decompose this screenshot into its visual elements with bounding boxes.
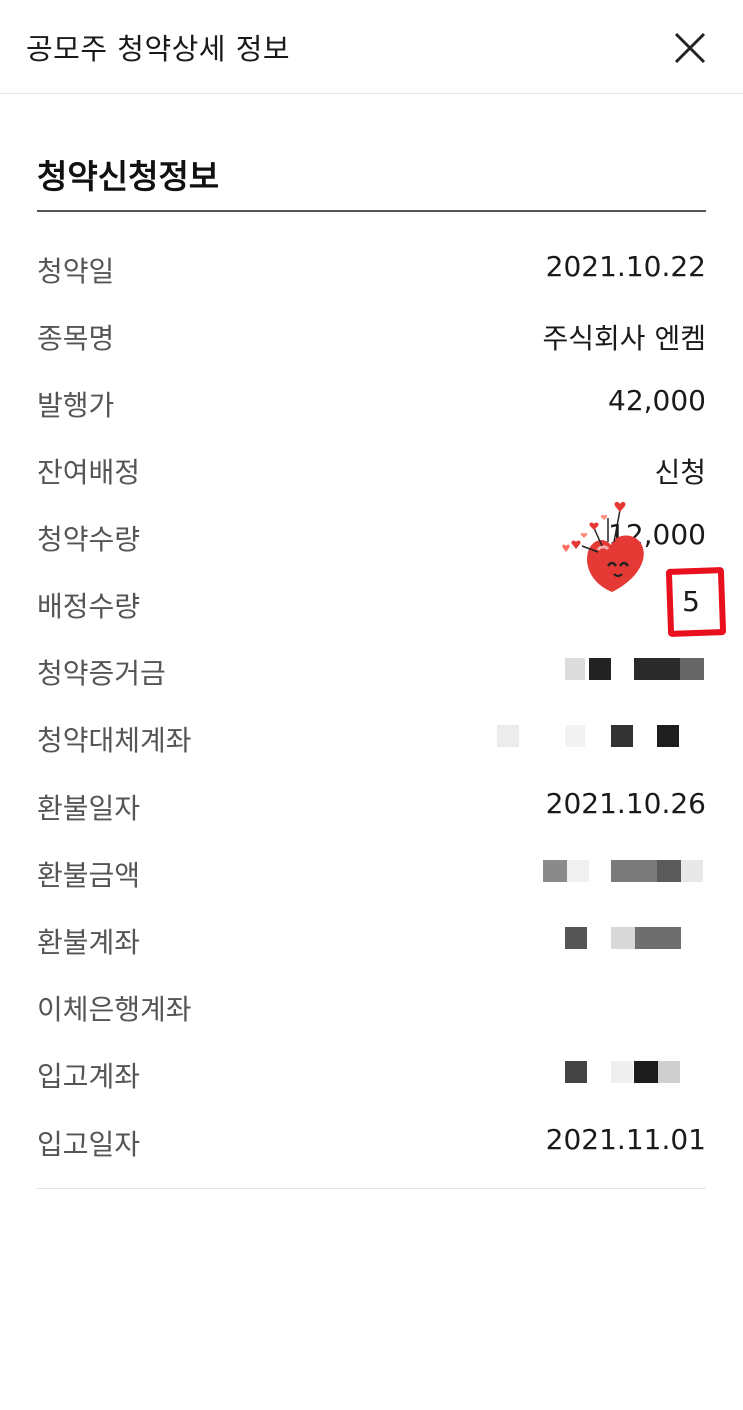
row-label: 발행가 [37, 389, 115, 422]
redacted-block [634, 1061, 658, 1083]
redacted-block [657, 860, 681, 882]
row-value: 2021.10.26 [545, 787, 706, 820]
row-value: 2021.11.01 [545, 1123, 706, 1156]
row-label: 환불일자 [37, 792, 141, 825]
section-title: 청약신청정보 [37, 157, 220, 196]
redacted-block [658, 1061, 680, 1083]
row-remaining-allocation: 잔여배정 신청 [37, 443, 706, 493]
row-label: 환불금액 [37, 859, 141, 892]
row-receiving-account: 입고계좌 [37, 1047, 706, 1097]
header-bar: 공모주 청약상세 정보 [0, 0, 743, 94]
redacted-block [565, 927, 587, 949]
row-value: 2021.10.22 [545, 250, 706, 283]
redacted-block [635, 927, 681, 949]
highlight-annotation-box [665, 567, 727, 637]
redacted-block [565, 725, 585, 747]
row-refund-account: 환불계좌 [37, 913, 706, 963]
row-subscription-date: 청약일 2021.10.22 [37, 242, 706, 292]
row-label: 환불계좌 [37, 926, 141, 959]
redacted-block [611, 860, 657, 882]
redacted-block [567, 860, 589, 882]
row-label: 이체은행계좌 [37, 993, 192, 1026]
row-value: 주식회사 엔켐 [542, 322, 706, 355]
close-button[interactable] [670, 28, 710, 68]
redacted-block [589, 658, 611, 680]
row-label: 입고일자 [37, 1128, 141, 1161]
redacted-block [681, 860, 703, 882]
redacted-block [680, 658, 704, 680]
redacted-block [611, 927, 635, 949]
row-substitute-account: 청약대체계좌 [37, 711, 706, 761]
section-bottom-divider [37, 1188, 706, 1189]
row-receiving-date: 입고일자 2021.11.01 [37, 1115, 706, 1165]
redacted-block [497, 725, 519, 747]
row-label: 종목명 [37, 322, 115, 355]
page-title: 공모주 청약상세 정보 [26, 32, 291, 66]
redacted-block [611, 1061, 633, 1083]
redacted-block [657, 725, 679, 747]
heart-sticker-icon [562, 501, 644, 592]
row-stock-name: 종목명 주식회사 엔켐 [37, 309, 706, 359]
redacted-block [543, 860, 567, 882]
row-label: 청약대체계좌 [37, 724, 192, 757]
redacted-block [565, 658, 585, 680]
section-divider [37, 210, 706, 212]
row-label: 청약일 [37, 255, 115, 288]
redacted-block [634, 658, 680, 680]
redacted-block [565, 1061, 587, 1083]
row-issue-price: 발행가 42,000 [37, 376, 706, 426]
row-label: 청약증거금 [37, 657, 166, 690]
redacted-block [611, 725, 633, 747]
row-label: 배정수량 [37, 590, 141, 623]
row-deposit: 청약증거금 [37, 644, 706, 694]
row-label: 잔여배정 [37, 456, 141, 489]
row-refund-date: 환불일자 2021.10.26 [37, 779, 706, 829]
row-value: 42,000 [608, 384, 706, 417]
row-label: 입고계좌 [37, 1060, 141, 1093]
row-label: 청약수량 [37, 523, 141, 556]
row-refund-amount: 환불금액 [37, 846, 706, 896]
row-value: 신청 [654, 456, 706, 489]
row-transfer-bank-account: 이체은행계좌 [37, 980, 706, 1030]
close-icon [674, 32, 706, 64]
